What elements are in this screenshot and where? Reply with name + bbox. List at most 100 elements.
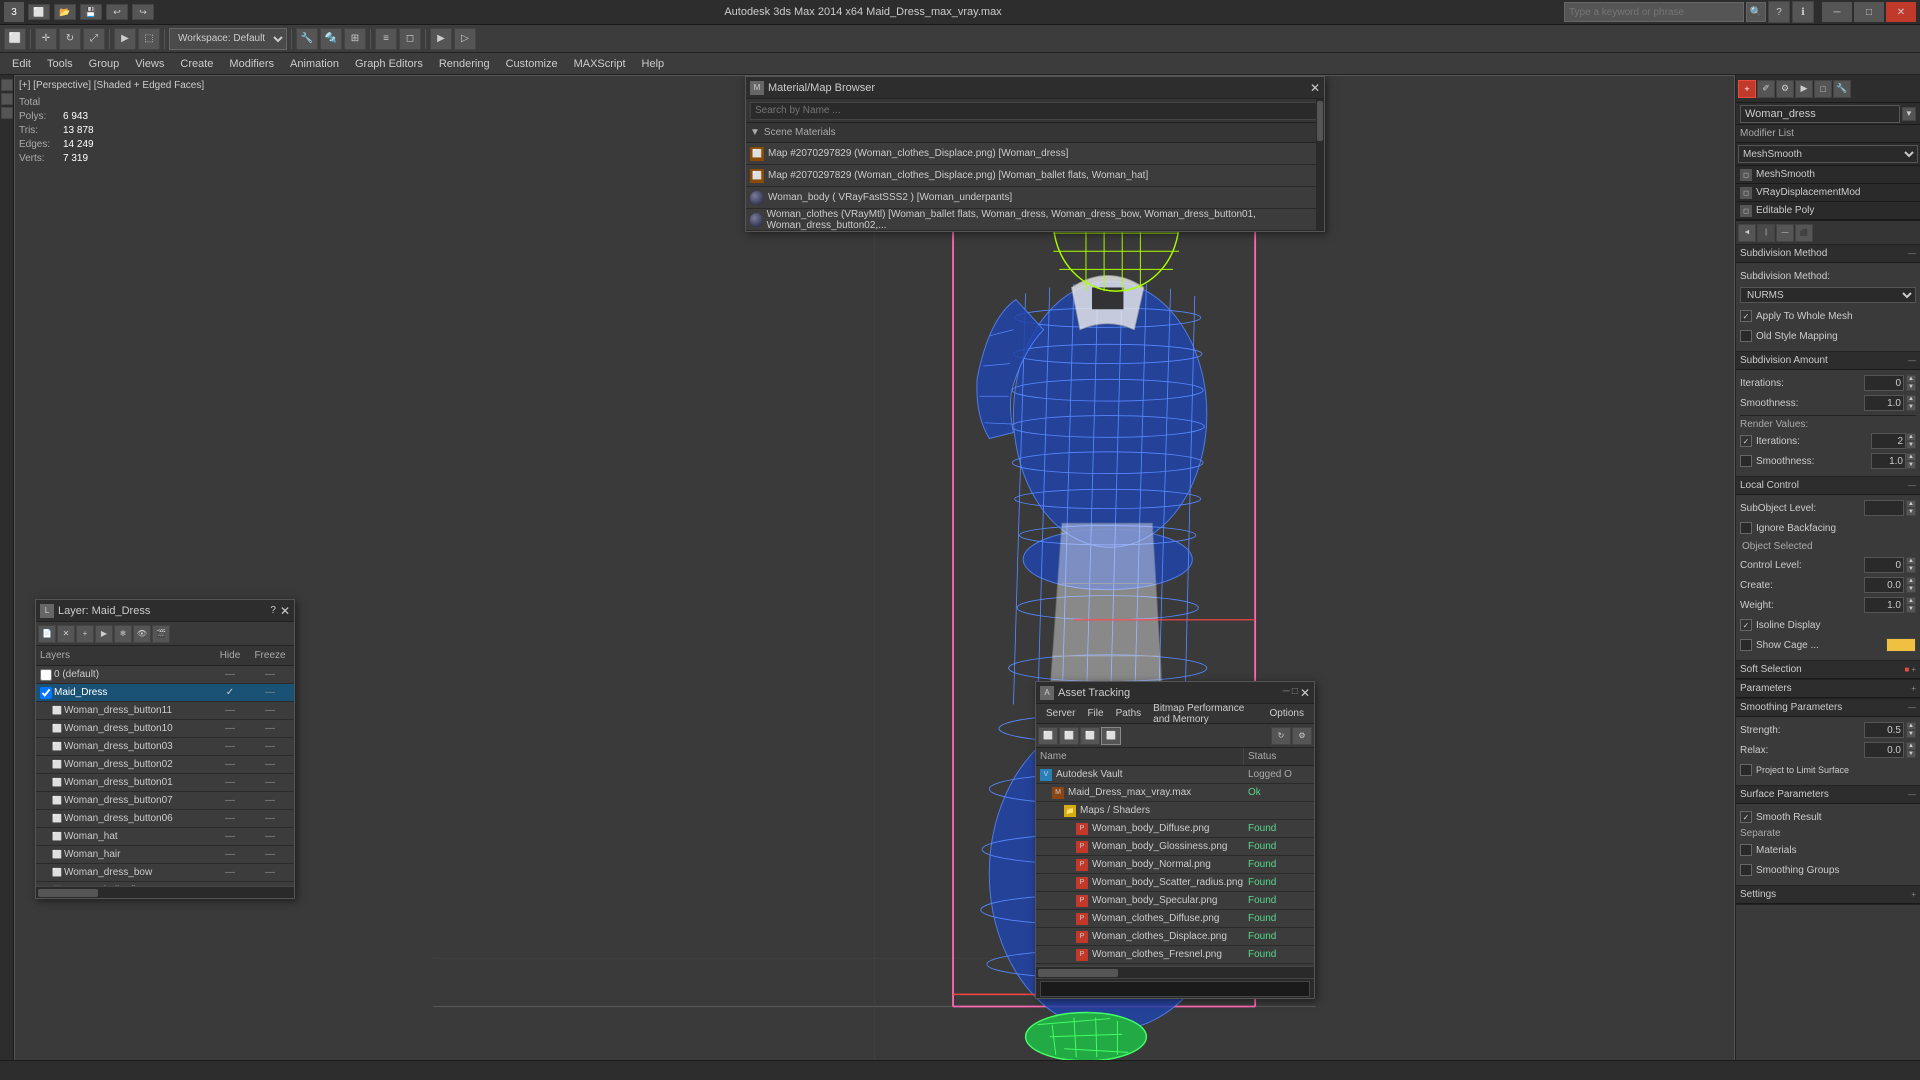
mat-item[interactable]: ⬜ Map #2070297829 (Woman_clothes_Displac… [746, 143, 1324, 165]
wt-down[interactable]: ▼ [1906, 605, 1916, 613]
at-row[interactable]: M Maid_Dress_max_vray.max Ok [1036, 784, 1314, 802]
menu-tools[interactable]: Tools [39, 53, 81, 75]
menu-animation[interactable]: Animation [282, 53, 347, 75]
menu-edit[interactable]: Edit [4, 53, 39, 75]
workspace-dropdown[interactable]: Workspace: Default [169, 28, 287, 50]
smoothing-parameters-header[interactable]: Smoothing Parameters — [1736, 699, 1920, 717]
smoothness-input[interactable] [1864, 395, 1904, 411]
rp-utilities-icon[interactable]: 🔧 [1833, 80, 1851, 98]
smoothness-up[interactable]: ▲ [1906, 395, 1916, 403]
menu-help[interactable]: Help [634, 53, 673, 75]
mat-browser-close[interactable]: ✕ [1310, 81, 1320, 95]
strength-input[interactable] [1864, 722, 1904, 738]
layer-visibility-check[interactable] [40, 669, 52, 681]
subdivision-method-header[interactable]: Subdivision Method — [1736, 245, 1920, 263]
toolbar-scale[interactable]: ⤢ [83, 28, 105, 50]
rx-down[interactable]: ▼ [1906, 750, 1916, 758]
mat-vscrollbar[interactable] [1316, 99, 1324, 231]
apply-whole-mesh-check[interactable]: ✓ [1740, 310, 1752, 322]
layer-row[interactable]: ⬜ Woman_ballet flats — — [36, 882, 294, 886]
at-menu-options[interactable]: Options [1264, 704, 1310, 724]
menu-maxscript[interactable]: MAXScript [566, 53, 634, 75]
layer-row[interactable]: ⬜ Woman_hat — — [36, 828, 294, 846]
render-iterations-input[interactable] [1871, 433, 1906, 449]
cl-down[interactable]: ▼ [1906, 565, 1916, 573]
close-button[interactable]: ✕ [1886, 2, 1916, 22]
sublevel-up[interactable]: ▲ [1906, 500, 1916, 508]
mat-item[interactable]: Woman_clothes (VRayMtl) [Woman_ballet fl… [746, 209, 1324, 231]
render-smoothness-check[interactable] [1740, 455, 1752, 467]
smoothing-groups-check[interactable] [1740, 864, 1752, 876]
modifier-item-meshsmooth[interactable]: ◻ MeshSmooth [1736, 166, 1920, 184]
rp-pin-3[interactable]: — [1776, 224, 1794, 242]
toolbar-render[interactable]: ▶ [430, 28, 452, 50]
layer-panel-help[interactable]: ? [270, 605, 276, 616]
ignore-backfacing-check[interactable] [1740, 522, 1752, 534]
rp-pin-4[interactable]: ⬛ [1795, 224, 1813, 242]
new-btn[interactable]: ⬜ [28, 4, 50, 20]
left-tool-2[interactable] [1, 93, 13, 105]
at-row[interactable]: 📁 Maps / Shaders [1036, 802, 1314, 820]
modifier-item-editable-poly[interactable]: ◻ Editable Poly [1736, 202, 1920, 220]
cage-color-box[interactable] [1886, 638, 1916, 652]
layer-visibility-check[interactable] [40, 687, 52, 699]
at-tool-2[interactable]: ⬜ [1059, 727, 1079, 745]
object-name-input[interactable] [1740, 105, 1900, 123]
rp-pin-right[interactable]: | [1757, 224, 1775, 242]
at-menu-bitmap[interactable]: Bitmap Performance and Memory [1147, 704, 1263, 724]
at-hscroll-thumb[interactable] [1038, 969, 1118, 977]
layer-tool-add[interactable]: + [76, 625, 94, 643]
toolbar-display[interactable]: ◻ [399, 28, 421, 50]
modifier-dropdown[interactable]: MeshSmooth [1738, 145, 1918, 163]
layer-tool-new[interactable]: 📄 [38, 625, 56, 643]
cl-up[interactable]: ▲ [1906, 557, 1916, 565]
save-btn[interactable]: 💾 [80, 4, 102, 20]
layer-row[interactable]: ⬜ Woman_dress_bow — — [36, 864, 294, 882]
at-row[interactable]: P Woman_clothes_Diffuse.png Found [1036, 910, 1314, 928]
toolbar-icon1[interactable]: ⬜ [4, 28, 26, 50]
project-check[interactable] [1740, 764, 1752, 776]
rp-hierarchy-icon[interactable]: ⚙ [1776, 80, 1794, 98]
layer-tool-render[interactable]: 🎬 [152, 625, 170, 643]
toolbar-select[interactable]: ▶ [114, 28, 136, 50]
rp-motion-icon[interactable]: ▶ [1795, 80, 1813, 98]
control-level-input[interactable] [1864, 557, 1904, 573]
layer-tool-freeze[interactable]: ❄ [114, 625, 132, 643]
surface-parameters-header[interactable]: Surface Parameters — [1736, 786, 1920, 804]
asset-minimize-btn[interactable]: ─ [1283, 686, 1290, 700]
sublevel-input[interactable] [1864, 500, 1904, 516]
at-menu-file[interactable]: File [1081, 704, 1109, 724]
at-row[interactable]: P Woman_body_Normal.png Found [1036, 856, 1314, 874]
sublevel-down[interactable]: ▼ [1906, 508, 1916, 516]
weight-input[interactable] [1864, 597, 1904, 613]
menu-views[interactable]: Views [127, 53, 172, 75]
mat-search-input[interactable] [750, 102, 1320, 120]
relax-input[interactable] [1864, 742, 1904, 758]
at-tool-4[interactable]: ⬜ [1101, 727, 1121, 745]
toolbar-mirror[interactable]: ⊞ [344, 28, 366, 50]
toolbar-move[interactable]: ✛ [35, 28, 57, 50]
iterations-down[interactable]: ▼ [1906, 383, 1916, 391]
menu-create[interactable]: Create [172, 53, 221, 75]
layer-tool-select[interactable]: ▶ [95, 625, 113, 643]
layer-row[interactable]: ⬜ Woman_dress_button11 — — [36, 702, 294, 720]
layer-row[interactable]: ⬜ Woman_dress_button07 — — [36, 792, 294, 810]
layer-row[interactable]: 0 (default) — — [36, 666, 294, 684]
at-row[interactable]: P Woman_body_Scatter_radius.png Found [1036, 874, 1314, 892]
rp-modify-icon[interactable]: ✐ [1757, 80, 1775, 98]
asset-hscrollbar[interactable] [1036, 966, 1314, 978]
search-icon[interactable]: 🔍 [1746, 2, 1766, 22]
left-tool-1[interactable] [1, 79, 13, 91]
menu-group[interactable]: Group [81, 53, 128, 75]
menu-customize[interactable]: Customize [498, 53, 566, 75]
rp-pin-left[interactable]: ◄ [1738, 224, 1756, 242]
at-menu-server[interactable]: Server [1040, 704, 1081, 724]
smooth-result-check[interactable]: ✓ [1740, 811, 1752, 823]
minimize-button[interactable]: ─ [1822, 2, 1852, 22]
asset-restore-btn[interactable]: □ [1292, 686, 1298, 700]
at-tool-1[interactable]: ⬜ [1038, 727, 1058, 745]
show-cage-check[interactable] [1740, 639, 1752, 651]
asset-path-input[interactable] [1040, 981, 1310, 997]
local-control-header[interactable]: Local Control — [1736, 477, 1920, 495]
mat-item[interactable]: Woman_body ( VRayFastSSS2 ) [Woman_under… [746, 187, 1324, 209]
